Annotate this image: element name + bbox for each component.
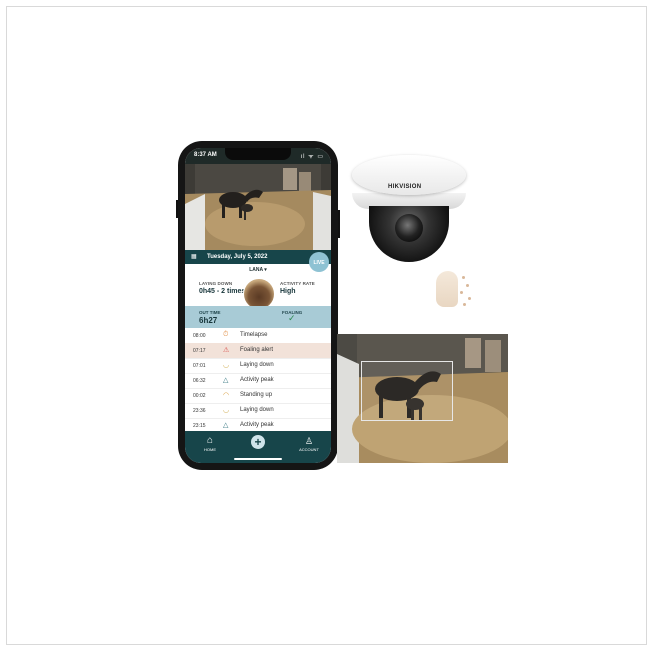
event-row[interactable]: 08:00 ⏱ Timelapse	[185, 328, 331, 344]
detection-bounding-box	[361, 361, 453, 421]
ai-particle	[463, 303, 466, 306]
ai-brain-icon	[436, 271, 458, 307]
standing-up-icon: ◠	[223, 392, 230, 399]
event-time: 00:02	[193, 393, 206, 399]
status-time: 8:37 AM	[194, 152, 217, 158]
phone-notch	[225, 148, 291, 160]
event-row[interactable]: 07:01 ◡ Laying down	[185, 358, 331, 374]
phone-volume-button	[176, 200, 178, 218]
event-row[interactable]: 23:36 ◡ Laying down	[185, 403, 331, 419]
account-icon: ♙	[304, 436, 314, 446]
event-row[interactable]: 23:15 △ Activity peak	[185, 418, 331, 432]
event-label: Standing up	[240, 392, 273, 398]
laying-down-icon: ◡	[223, 407, 230, 414]
activity-peak-icon: △	[223, 377, 229, 384]
out-time-value: 6h27	[199, 316, 218, 325]
event-label: Timelapse	[240, 332, 268, 338]
status-bar: 8:37 AM ıl ᯤ ▭	[185, 148, 331, 164]
phone-screen: 8:37 AM ıl ᯤ ▭ ▦ Tuesday, July 5, 2022 L…	[185, 148, 331, 463]
nav-home-label: HOME	[204, 447, 216, 452]
activity-peak-icon: △	[223, 422, 229, 429]
event-label: Activity peak	[240, 422, 274, 428]
camera-lens	[395, 214, 423, 242]
home-indicator	[234, 458, 282, 460]
calendar-icon: ▦	[191, 254, 197, 260]
event-time: 23:36	[193, 408, 206, 414]
event-list[interactable]: 08:00 ⏱ Timelapse 07:17 ⚠ Foaling alert …	[185, 328, 331, 432]
stall-camera-feed[interactable]	[185, 164, 331, 250]
ai-particle	[468, 297, 471, 300]
activity-rate-stat: ACTIVITY RATE High	[280, 281, 315, 295]
phone-power-button	[338, 210, 340, 238]
event-row[interactable]: 00:02 ◠ Standing up	[185, 388, 331, 404]
status-icons: ıl ᯤ ▭	[300, 154, 324, 160]
event-row[interactable]: 07:17 ⚠ Foaling alert	[185, 343, 331, 359]
event-label: Activity peak	[240, 377, 274, 383]
event-time: 07:01	[193, 363, 206, 369]
event-time: 08:00	[193, 333, 206, 339]
horse-selector[interactable]: LANA ▾	[185, 267, 331, 273]
ai-particle	[460, 291, 463, 294]
stall-scene-image	[185, 164, 331, 250]
bottom-nav: ⌂ HOME + ♙ ACCOUNT	[185, 431, 331, 463]
check-icon: ✓	[288, 313, 296, 323]
out-time-strip: OUT TIME 6h27 FOALING	[185, 306, 331, 328]
activity-rate-label: ACTIVITY RATE	[280, 281, 315, 286]
nav-account-label: ACCOUNT	[299, 447, 319, 452]
timelapse-icon: ⏱	[223, 331, 229, 338]
add-button[interactable]: +	[251, 435, 265, 449]
laying-down-label: LAYING DOWN	[199, 281, 233, 286]
home-icon: ⌂	[206, 435, 214, 446]
nav-account-button[interactable]: ♙ ACCOUNT	[295, 435, 323, 452]
event-time: 06:32	[193, 378, 206, 384]
ai-particle	[466, 284, 469, 287]
warning-icon: ⚠	[223, 347, 230, 354]
event-row[interactable]: 06:32 △ Activity peak	[185, 373, 331, 389]
event-label: Foaling alert	[240, 347, 274, 353]
out-time-label: OUT TIME	[199, 310, 221, 315]
event-label: Laying down	[240, 407, 274, 413]
laying-down-value: 0h45 - 2 times	[199, 288, 246, 295]
event-time: 23:15	[193, 423, 206, 429]
laying-down-stat: LAYING DOWN 0h45 - 2 times	[199, 281, 245, 295]
current-date: Tuesday, July 5, 2022	[207, 254, 268, 260]
event-time: 07:17	[193, 348, 206, 354]
nav-home-button[interactable]: ⌂ HOME	[198, 435, 222, 452]
activity-rate-value: High	[280, 288, 296, 295]
laying-down-icon: ◡	[223, 362, 230, 369]
event-label: Laying down	[240, 362, 274, 368]
ai-particle	[462, 276, 465, 279]
camera-brand-logo: HIKVISION	[388, 184, 422, 190]
